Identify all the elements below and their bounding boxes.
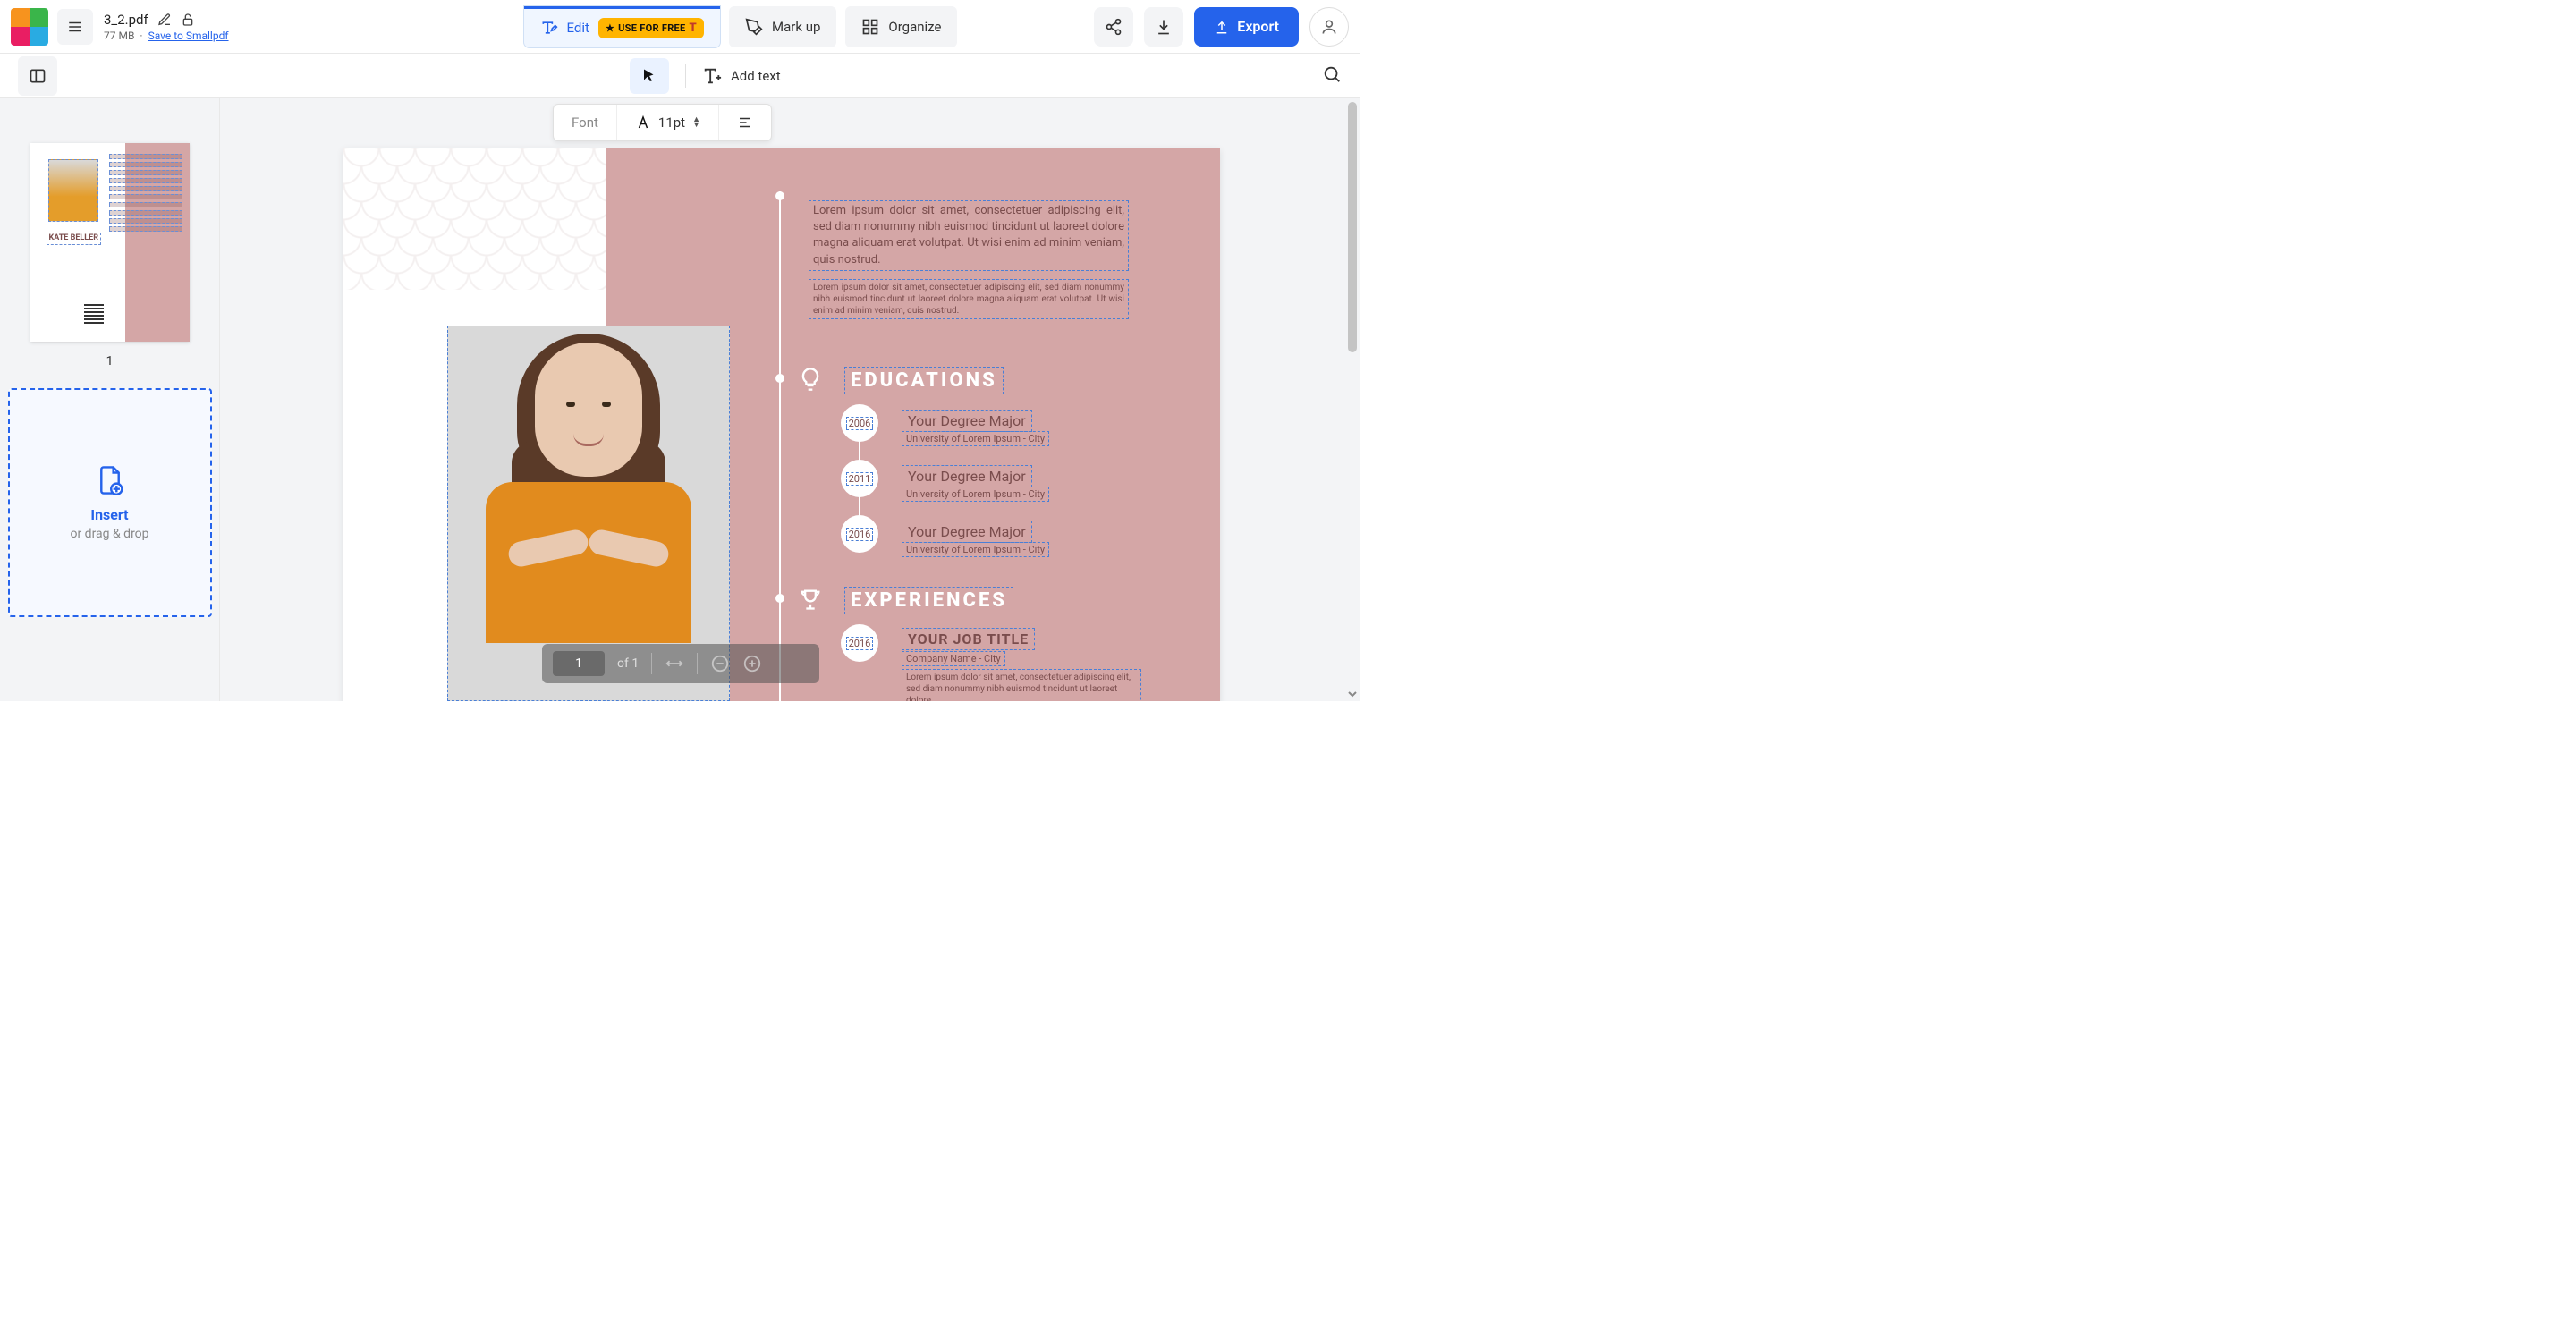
hamburger-icon	[67, 19, 83, 35]
page-number-input[interactable]	[553, 651, 605, 676]
edu-year-2: 2016	[846, 528, 874, 541]
search-button[interactable]	[1322, 64, 1342, 88]
spinner-down-icon: ▼	[692, 123, 700, 128]
edit-label: Edit	[567, 20, 589, 36]
divider	[685, 64, 686, 88]
page-controls: of 1	[542, 644, 819, 683]
thumbnail-sidebar: KATE BELLER 1 Insert or drag & drop	[0, 98, 220, 701]
page-thumbnail[interactable]: KATE BELLER	[30, 143, 190, 342]
trophy-icon	[798, 587, 823, 612]
markup-label: Mark up	[772, 19, 820, 35]
panel-toggle-button[interactable]	[18, 56, 57, 96]
degree-sub-2[interactable]: University of Lorem Ipsum - City	[902, 542, 1049, 557]
share-button[interactable]	[1094, 7, 1133, 47]
degree-title-0[interactable]: Your Degree Major	[902, 410, 1032, 432]
zoom-out-icon[interactable]	[710, 654, 730, 673]
file-name: 3_2.pdf	[104, 12, 148, 28]
organize-tab[interactable]: Organize	[845, 6, 957, 47]
right-tools: Export	[1094, 7, 1349, 47]
font-toolbar: Font 11pt ▲▼	[553, 104, 772, 141]
edu-year-1: 2011	[846, 472, 874, 486]
job-desc[interactable]: Lorem ipsum dolor sit amet, consectetuer…	[902, 669, 1141, 701]
markup-tab[interactable]: Mark up	[729, 6, 836, 47]
vertical-scrollbar[interactable]	[1345, 98, 1360, 701]
align-icon	[737, 114, 753, 131]
star-icon: ★	[606, 22, 614, 34]
font-label: Font	[572, 114, 598, 131]
export-label: Export	[1237, 18, 1279, 35]
lock-icon[interactable]	[181, 13, 195, 27]
text-align-button[interactable]	[719, 105, 771, 140]
lightbulb-icon	[798, 367, 823, 392]
font-size-control[interactable]: 11pt ▲▼	[617, 105, 719, 140]
avatar-icon	[1320, 18, 1338, 36]
search-icon	[1322, 64, 1342, 84]
add-text-label: Add text	[731, 68, 781, 84]
export-icon	[1214, 19, 1230, 35]
menu-button[interactable]	[57, 9, 93, 45]
intro-paragraph-2[interactable]: Lorem ipsum dolor sit amet, consectetuer…	[809, 279, 1129, 319]
scroll-down-icon[interactable]	[1347, 689, 1358, 699]
account-button[interactable]	[1309, 7, 1349, 47]
insert-file-icon	[97, 465, 123, 495]
panel-icon	[29, 67, 47, 85]
main-area: KATE BELLER 1 Insert or drag & drop Lore…	[0, 98, 1360, 701]
page-of-label: of 1	[617, 656, 639, 671]
degree-sub-0[interactable]: University of Lorem Ipsum - City	[902, 431, 1049, 446]
edit-tab[interactable]: Edit ★ USE FOR FREE T	[524, 6, 721, 47]
degree-sub-1[interactable]: University of Lorem Ipsum - City	[902, 487, 1049, 502]
cursor-icon	[641, 68, 657, 84]
insert-subtitle: or drag & drop	[70, 527, 148, 541]
file-separator: ·	[140, 30, 142, 42]
file-size: 77 MB	[104, 30, 134, 42]
file-info: 3_2.pdf 77 MB · Save to Smallpdf	[104, 12, 229, 42]
add-text-button[interactable]: Add text	[702, 66, 781, 86]
intro-paragraph-1[interactable]: Lorem ipsum dolor sit amet, consectetuer…	[809, 200, 1129, 271]
app-logo	[11, 8, 48, 46]
fit-width-icon[interactable]	[665, 654, 684, 673]
secondary-toolbar: Add text	[0, 54, 1360, 98]
edu-year-0: 2006	[846, 417, 874, 430]
degree-title-2[interactable]: Your Degree Major	[902, 521, 1032, 543]
job-title[interactable]: YOUR JOB TITLE	[902, 628, 1035, 650]
markup-icon	[745, 18, 763, 36]
save-link[interactable]: Save to Smallpdf	[148, 30, 229, 42]
year-badge[interactable]: 2016	[841, 624, 878, 662]
size-spinner[interactable]: ▲▼	[692, 117, 700, 128]
educations-heading[interactable]: EDUCATIONS	[844, 367, 1004, 394]
app-header: 3_2.pdf 77 MB · Save to Smallpdf Edit ★ …	[0, 0, 1360, 54]
year-badge[interactable]: 2011	[841, 460, 878, 497]
select-tool-button[interactable]	[630, 58, 669, 94]
use-free-label: USE FOR FREE	[618, 22, 685, 34]
font-family-selector[interactable]: Font	[554, 105, 617, 140]
download-icon	[1155, 18, 1173, 36]
organize-icon	[861, 18, 879, 36]
add-text-icon	[702, 66, 722, 86]
degree-title-1[interactable]: Your Degree Major	[902, 465, 1032, 487]
experiences-heading[interactable]: EXPERIENCES	[844, 587, 1013, 614]
share-icon	[1105, 18, 1123, 36]
year-badge[interactable]: 2016	[841, 515, 878, 553]
exp-year: 2016	[846, 637, 874, 650]
year-badge[interactable]: 2006	[841, 404, 878, 442]
font-color-icon	[635, 114, 651, 131]
edit-text-icon	[540, 19, 558, 37]
use-free-badge[interactable]: ★ USE FOR FREE T	[598, 18, 704, 38]
insert-title: Insert	[90, 506, 128, 523]
export-button[interactable]: Export	[1194, 7, 1299, 47]
document-page[interactable]: Lorem ipsum dolor sit amet, consectetuer…	[343, 148, 1220, 701]
rename-icon[interactable]	[157, 13, 172, 27]
thumb-name: KATE BELLER	[47, 233, 101, 245]
page-number-label: 1	[106, 354, 114, 368]
canvas[interactable]: Lorem ipsum dolor sit amet, consectetuer…	[220, 98, 1360, 701]
main-tools: Edit ★ USE FOR FREE T Mark up Organize	[524, 6, 958, 47]
t-icon: T	[690, 21, 698, 35]
scrollbar-thumb[interactable]	[1348, 102, 1357, 352]
download-button[interactable]	[1144, 7, 1183, 47]
organize-label: Organize	[888, 19, 941, 35]
company-sub[interactable]: Company Name - City	[902, 651, 1005, 666]
font-size-value: 11pt	[658, 114, 685, 131]
zoom-in-icon[interactable]	[742, 654, 762, 673]
insert-dropzone[interactable]: Insert or drag & drop	[8, 388, 212, 617]
